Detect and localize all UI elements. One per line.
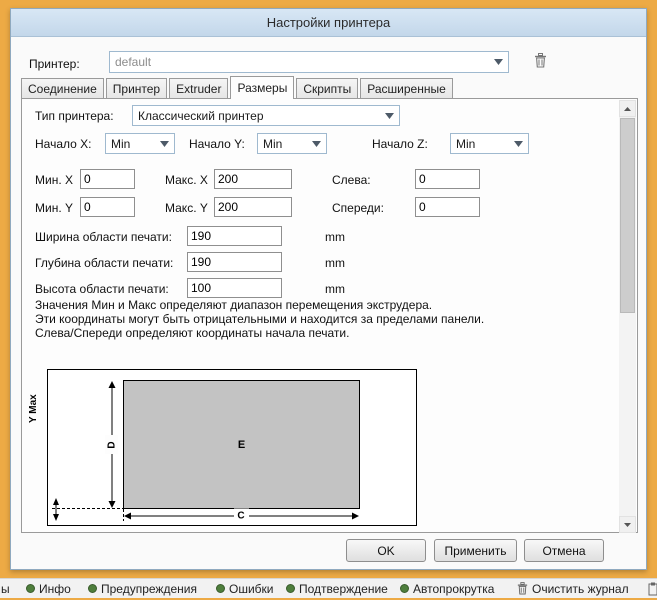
chevron-down-icon: [494, 59, 503, 65]
toggle-warnings[interactable]: Предупреждения: [88, 579, 197, 598]
y-max-axis-label: Y Max: [28, 371, 42, 423]
tab-scripts[interactable]: Скрипты: [296, 78, 358, 98]
home-y-value: Min: [263, 137, 282, 151]
tab-dimensions[interactable]: Размеры: [230, 76, 294, 99]
copy-button-partial[interactable]: [648, 579, 657, 598]
toggle-info-label: Инфо: [39, 582, 71, 596]
home-y-select[interactable]: Min: [257, 133, 327, 154]
home-z-value: Min: [456, 137, 475, 151]
print-depth-label: Глубина области печати:: [35, 256, 173, 270]
min-y-label: Мин. Y: [35, 201, 73, 215]
chevron-down-icon: [312, 141, 321, 147]
tab-connection[interactable]: Соединение: [21, 78, 104, 98]
toggle-errors-label: Ошибки: [229, 582, 274, 596]
home-x-value: Min: [111, 137, 130, 151]
trash-icon: [517, 582, 528, 595]
chevron-down-icon: [160, 141, 169, 147]
chevron-down-icon: [514, 141, 523, 147]
led-icon: [26, 584, 35, 593]
front-offset-label: Спереди:: [332, 201, 384, 215]
dialog-titlebar[interactable]: Настройки принтера: [11, 9, 646, 37]
max-x-input[interactable]: [214, 169, 292, 189]
delete-printer-button[interactable]: [531, 52, 549, 72]
led-icon: [400, 584, 409, 593]
toggle-ack[interactable]: Подтверждение: [286, 579, 388, 598]
tab-printer[interactable]: Принтер: [106, 78, 167, 98]
desktop-background: Настройки принтера Принтер: default Соед…: [0, 0, 657, 600]
led-icon: [88, 584, 97, 593]
toggle-errors[interactable]: Ошибки: [216, 579, 274, 598]
left-offset-label: Слева:: [332, 173, 371, 187]
print-height-input[interactable]: [187, 278, 282, 298]
led-icon: [216, 584, 225, 593]
home-y-label: Начало Y:: [189, 137, 245, 151]
print-height-unit: mm: [325, 282, 345, 296]
clipped-left-text: ы: [1, 579, 10, 598]
chevron-down-icon: [385, 113, 394, 119]
ok-button[interactable]: OK: [346, 539, 426, 562]
toggle-autoscroll-label: Автопрокрутка: [413, 582, 494, 596]
arrow-up-icon: [624, 107, 631, 111]
scroll-down-button[interactable]: [619, 516, 636, 533]
print-depth-input[interactable]: [187, 252, 282, 272]
led-icon: [286, 584, 295, 593]
toggle-ack-label: Подтверждение: [299, 582, 388, 596]
printer-settings-dialog: Настройки принтера Принтер: default Соед…: [10, 8, 647, 570]
left-offset-input[interactable]: [415, 169, 480, 189]
scroll-up-button[interactable]: [619, 100, 636, 117]
toggle-info[interactable]: Инфо: [26, 579, 71, 598]
width-dimension-label: C: [237, 511, 244, 522]
printer-label: Принтер:: [29, 57, 80, 71]
home-x-label: Начало X:: [35, 137, 91, 151]
max-x-label: Макс. X: [165, 173, 208, 187]
min-y-input[interactable]: [80, 197, 135, 217]
print-area-diagram: D C E: [47, 369, 417, 526]
panel-scrollbar[interactable]: [619, 100, 636, 533]
clear-log-label: Очистить журнал: [532, 582, 629, 596]
trash-icon: [534, 53, 547, 68]
depth-dimension-label: D: [107, 441, 118, 448]
max-y-label: Макс. Y: [165, 201, 208, 215]
dialog-title: Настройки принтера: [267, 15, 391, 30]
tab-advanced[interactable]: Расширенные: [360, 78, 453, 98]
clear-log-button[interactable]: Очистить журнал: [517, 579, 629, 598]
tab-extruder[interactable]: Extruder: [169, 78, 228, 98]
dimensions-note-line1: Значения Мин и Макс определяют диапазон …: [35, 298, 432, 312]
cancel-button[interactable]: Отмена: [524, 539, 604, 562]
arrow-down-icon: [624, 523, 631, 527]
home-x-select[interactable]: Min: [105, 133, 175, 154]
dimensions-note-line3: Слева/Спереди определяют координаты нача…: [35, 326, 349, 340]
scrollbar-thumb[interactable]: [620, 118, 635, 313]
home-z-label: Начало Z:: [372, 137, 428, 151]
bed-center-label: E: [238, 439, 245, 451]
apply-button[interactable]: Применить: [434, 539, 517, 562]
front-offset-input[interactable]: [415, 197, 480, 217]
printer-type-value: Классический принтер: [138, 109, 264, 123]
dimensions-note-line2: Эти координаты могут быть отрицательными…: [35, 312, 484, 326]
print-depth-unit: mm: [325, 256, 345, 270]
printer-type-select[interactable]: Классический принтер: [132, 105, 400, 126]
log-toolbar: ы Инфо Предупреждения Ошибки Подтвержден…: [0, 578, 657, 598]
toggle-warnings-label: Предупреждения: [101, 582, 197, 596]
min-x-input[interactable]: [80, 169, 135, 189]
printer-type-label: Тип принтера:: [35, 109, 114, 123]
print-width-label: Ширина области печати:: [35, 230, 172, 244]
copy-icon: [648, 582, 657, 596]
print-height-label: Высота области печати:: [35, 282, 169, 296]
home-z-select[interactable]: Min: [450, 133, 529, 154]
print-width-input[interactable]: [187, 226, 282, 246]
min-x-label: Мин. X: [35, 173, 73, 187]
print-width-unit: mm: [325, 230, 345, 244]
dimensions-tab-panel: Тип принтера: Классический принтер Начал…: [21, 98, 638, 533]
max-y-input[interactable]: [214, 197, 292, 217]
printer-select[interactable]: default: [109, 51, 509, 73]
toggle-autoscroll[interactable]: Автопрокрутка: [400, 579, 494, 598]
printer-select-value: default: [115, 55, 151, 69]
settings-tabs: Соединение Принтер Extruder Размеры Скри…: [21, 78, 455, 99]
